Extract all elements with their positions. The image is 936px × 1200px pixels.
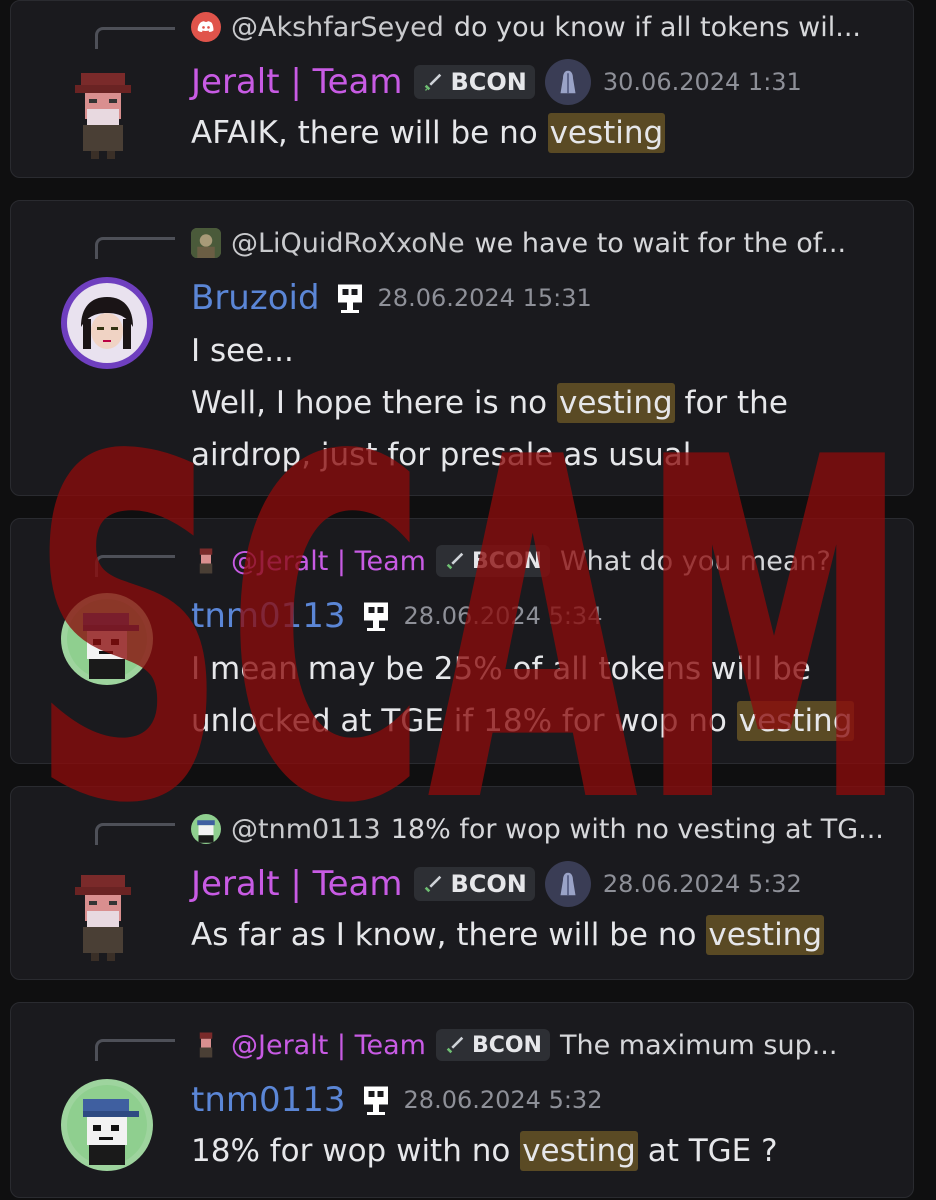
message-card: @Jeralt | Team BCON What do you mean? tn… bbox=[10, 518, 914, 764]
timestamp: 28.06.2024 5:32 bbox=[602, 870, 802, 898]
author-name[interactable]: tnm0113 bbox=[191, 1080, 346, 1120]
reply-preview[interactable]: @AkshfarSeyed do you know if all tokens … bbox=[191, 7, 861, 47]
message-header: Jeralt | Team BCON 28.06.2024 5:32 bbox=[191, 859, 802, 909]
timestamp: 30.06.2024 1:31 bbox=[602, 68, 802, 96]
discord-icon bbox=[191, 12, 221, 42]
reply-text: we have to wait for the of... bbox=[474, 227, 847, 259]
message-line: Well, I hope there is no vesting for the bbox=[191, 383, 788, 423]
verified-bot-icon bbox=[363, 602, 388, 631]
reply-preview[interactable]: @Jeralt | Team BCON What do you mean? bbox=[191, 541, 831, 581]
message-line: unlocked at TGE if 18% for wop no vestin… bbox=[191, 701, 855, 741]
avatar[interactable] bbox=[59, 275, 155, 371]
clan-tag[interactable]: BCON bbox=[435, 1029, 550, 1061]
message-card: @Jeralt | Team BCON The maximum sup... t… bbox=[10, 1002, 914, 1198]
avatar-thumbnail bbox=[191, 814, 221, 844]
reply-author[interactable]: @LiQuidRoXxoNe bbox=[231, 228, 465, 259]
clan-tag-label: BCON bbox=[471, 1032, 542, 1058]
clan-tag-label: BCON bbox=[450, 870, 527, 898]
reply-text: The maximum sup... bbox=[559, 1029, 838, 1061]
sword-icon bbox=[425, 73, 442, 91]
avatar[interactable] bbox=[55, 867, 151, 963]
sword-icon bbox=[446, 552, 464, 570]
author-name[interactable]: tnm0113 bbox=[191, 596, 346, 636]
reply-connector bbox=[95, 1039, 175, 1061]
robe-icon bbox=[544, 59, 591, 105]
reply-connector bbox=[95, 555, 175, 577]
sword-icon bbox=[446, 1036, 464, 1054]
message-line: I mean may be 25% of all tokens will be bbox=[191, 651, 811, 687]
message-header: tnm0113 28.06.2024 5:34 bbox=[191, 591, 602, 641]
message-line: 18% for wop with no vesting at TGE ? bbox=[191, 1131, 778, 1171]
robe-icon bbox=[544, 861, 591, 907]
keyword-highlight: vesting bbox=[547, 113, 666, 153]
clan-tag-label: BCON bbox=[450, 68, 527, 96]
author-name[interactable]: Jeralt | Team bbox=[191, 62, 402, 102]
message-card: @LiQuidRoXxoNe we have to wait for the o… bbox=[10, 200, 914, 496]
message-line: airdrop, just for presale as usual bbox=[191, 437, 692, 473]
reply-text: 18% for wop with no vesting at TG... bbox=[390, 813, 884, 845]
keyword-highlight: vesting bbox=[706, 915, 825, 955]
message-card: @AkshfarSeyed do you know if all tokens … bbox=[10, 0, 914, 178]
reply-author[interactable]: @AkshfarSeyed bbox=[231, 12, 444, 43]
message-header: Bruzoid 28.06.2024 15:31 bbox=[191, 273, 592, 323]
message-text: 18% for wop with no vesting at TGE ? bbox=[191, 1125, 873, 1177]
reply-connector bbox=[95, 27, 175, 49]
message-header: tnm0113 28.06.2024 5:32 bbox=[191, 1075, 602, 1125]
reply-author[interactable]: @tnm0113 bbox=[231, 814, 381, 845]
message-text: I see... Well, I hope there is no vestin… bbox=[191, 325, 873, 481]
message-line: AFAIK, there will be no vesting bbox=[191, 113, 666, 153]
message-text: I mean may be 25% of all tokens will be … bbox=[191, 643, 873, 747]
message-text: AFAIK, there will be no vesting bbox=[191, 107, 873, 159]
timestamp: 28.06.2024 5:34 bbox=[403, 602, 603, 630]
message-line: I see... bbox=[191, 333, 294, 369]
message-text: As far as I know, there will be no vesti… bbox=[191, 909, 873, 961]
avatar-thumbnail bbox=[191, 1030, 221, 1060]
verified-bot-icon bbox=[337, 284, 362, 313]
sword-icon bbox=[425, 875, 442, 893]
keyword-highlight: vesting bbox=[557, 383, 675, 423]
reply-text: What do you mean? bbox=[559, 545, 831, 577]
avatar[interactable] bbox=[59, 591, 155, 687]
keyword-highlight: vesting bbox=[736, 701, 855, 741]
reply-connector bbox=[95, 237, 175, 259]
avatar[interactable] bbox=[59, 1077, 155, 1173]
avatar[interactable] bbox=[55, 65, 151, 161]
reply-author[interactable]: @Jeralt | Team bbox=[231, 1030, 426, 1061]
reply-preview[interactable]: @tnm0113 18% for wop with no vesting at … bbox=[191, 809, 884, 849]
author-name[interactable]: Jeralt | Team bbox=[191, 864, 402, 904]
message-card: @tnm0113 18% for wop with no vesting at … bbox=[10, 786, 914, 980]
clan-tag-label: BCON bbox=[471, 548, 542, 574]
reply-text: do you know if all tokens wil... bbox=[453, 11, 861, 43]
clan-tag[interactable]: BCON bbox=[435, 545, 550, 577]
reply-connector bbox=[95, 823, 175, 845]
avatar-thumbnail bbox=[191, 228, 221, 258]
author-name[interactable]: Bruzoid bbox=[191, 278, 320, 318]
message-header: Jeralt | Team BCON 30.06.2024 1:31 bbox=[191, 57, 802, 107]
timestamp: 28.06.2024 15:31 bbox=[377, 284, 592, 312]
clan-tag[interactable]: BCON bbox=[414, 65, 535, 99]
message-line: As far as I know, there will be no vesti… bbox=[191, 915, 825, 955]
timestamp: 28.06.2024 5:32 bbox=[403, 1086, 603, 1114]
clan-tag[interactable]: BCON bbox=[414, 867, 535, 901]
reply-preview[interactable]: @Jeralt | Team BCON The maximum sup... bbox=[191, 1025, 837, 1065]
verified-bot-icon bbox=[363, 1086, 388, 1115]
reply-author[interactable]: @Jeralt | Team bbox=[231, 546, 426, 577]
reply-preview[interactable]: @LiQuidRoXxoNe we have to wait for the o… bbox=[191, 223, 846, 263]
avatar-thumbnail bbox=[191, 546, 221, 576]
keyword-highlight: vesting bbox=[520, 1131, 638, 1171]
